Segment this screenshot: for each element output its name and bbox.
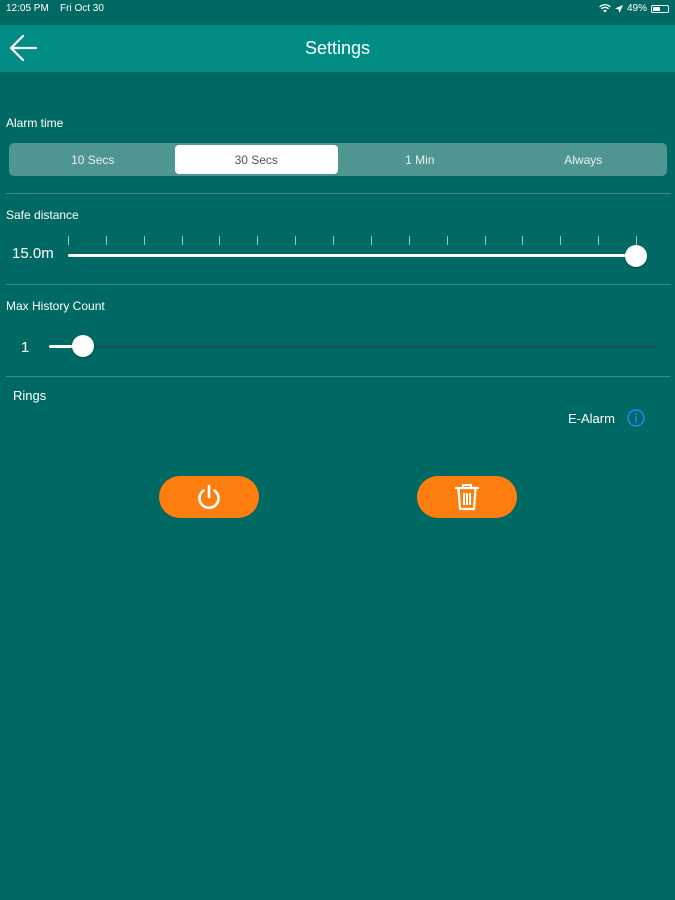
slider-tick (333, 236, 335, 245)
slider-tick (219, 236, 221, 245)
wifi-icon (599, 4, 611, 13)
battery-level (653, 6, 660, 11)
segment-1-min[interactable]: 1 Min (338, 145, 502, 174)
safe-distance-label: Safe distance (6, 208, 79, 222)
slider-tick (181, 236, 183, 245)
segment-30-secs[interactable]: 30 Secs (174, 145, 338, 174)
settings-screen: 12:05 PM Fri Oct 30 49% Settings Alarm t… (0, 0, 675, 900)
location-arrow-icon (614, 4, 623, 13)
alarm-time-segmented-control: 10 Secs 30 Secs 1 Min Always (9, 143, 667, 176)
status-time: 12:05 PM (6, 3, 49, 14)
max-history-value: 1 (21, 339, 30, 356)
slider-tick (522, 236, 524, 245)
status-date: Fri Oct 30 (60, 3, 104, 14)
divider (6, 193, 671, 194)
slider-tick (295, 236, 297, 245)
power-button[interactable] (159, 476, 259, 518)
slider-tick (484, 236, 486, 245)
max-history-track (83, 345, 656, 348)
slider-tick (560, 236, 562, 245)
divider (6, 376, 671, 377)
segment-always[interactable]: Always (502, 145, 666, 174)
divider (6, 284, 671, 285)
slider-tick (446, 236, 448, 245)
segment-10-secs[interactable]: 10 Secs (11, 145, 175, 174)
safe-distance-slider-thumb[interactable] (625, 245, 647, 267)
max-history-label: Max History Count (6, 299, 105, 313)
safe-distance-value: 15.0m (12, 245, 54, 262)
rings-label: Rings (13, 388, 47, 403)
slider-tick (370, 236, 372, 245)
delete-button[interactable] (417, 476, 517, 518)
battery-icon (651, 4, 669, 13)
slider-tick (636, 236, 637, 245)
power-icon (198, 484, 220, 509)
nav-bar: Settings (0, 25, 675, 72)
slider-tick (143, 236, 145, 245)
trash-icon (454, 484, 480, 511)
slider-tick (408, 236, 410, 245)
status-right: 49% (599, 3, 669, 14)
safe-distance-fill (68, 254, 636, 257)
battery-percent: 49% (626, 3, 647, 14)
slider-tick (257, 236, 259, 245)
slider-tick (598, 236, 600, 245)
info-icon[interactable] (627, 409, 645, 427)
selected-ring-label[interactable]: E-Alarm (568, 411, 615, 426)
alarm-time-label: Alarm time (6, 116, 64, 130)
status-bar: 12:05 PM Fri Oct 30 49% (0, 0, 675, 20)
slider-tick (68, 236, 69, 245)
page-title: Settings (304, 38, 371, 58)
max-history-slider-thumb[interactable] (72, 335, 94, 357)
slider-tick (105, 236, 107, 245)
